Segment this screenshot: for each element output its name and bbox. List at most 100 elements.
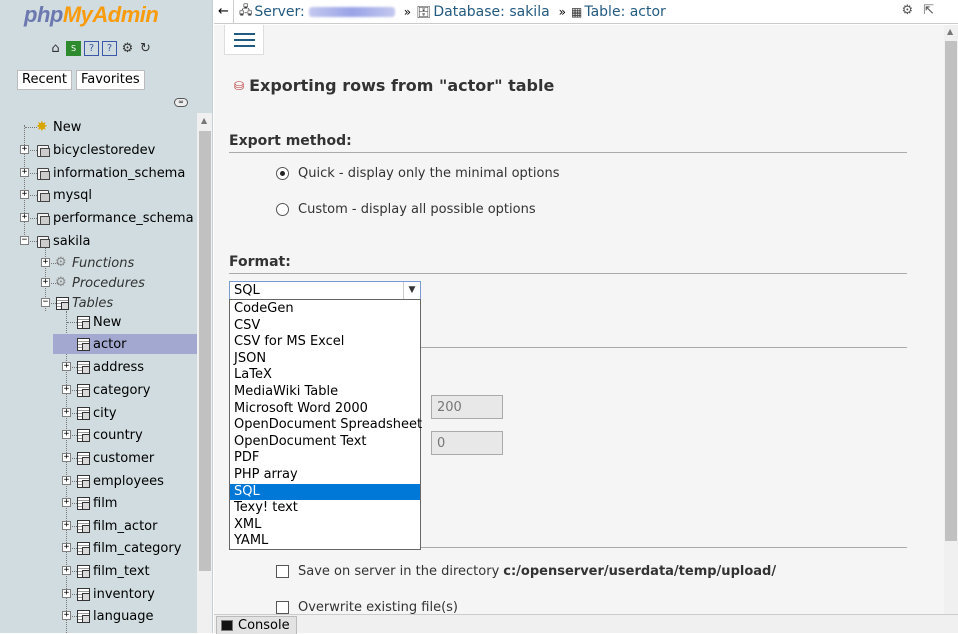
tree-item-label: New bbox=[93, 314, 122, 330]
format-option[interactable]: CSV for MS Excel bbox=[230, 334, 420, 351]
expand-icon[interactable]: + bbox=[62, 589, 71, 598]
phpmyadmin-logo[interactable]: phpMyAdmin bbox=[24, 2, 159, 28]
tree-item-tables[interactable]: Tables bbox=[55, 293, 113, 313]
console-button[interactable]: Console bbox=[216, 616, 297, 634]
expand-icon[interactable]: + bbox=[62, 362, 71, 371]
format-option[interactable]: PDF bbox=[230, 450, 420, 467]
expand-icon[interactable]: + bbox=[20, 168, 29, 177]
main-scrollbar[interactable]: ▲ bbox=[944, 25, 958, 615]
tree-item-inventory[interactable]: inventory bbox=[76, 584, 155, 604]
hamburger-menu-button[interactable] bbox=[224, 25, 264, 55]
save-on-server-option[interactable]: Save on server in the directory c:/opens… bbox=[276, 564, 776, 579]
radio-quick-button[interactable] bbox=[276, 167, 289, 180]
format-option[interactable]: XML bbox=[230, 517, 420, 534]
database-icon bbox=[36, 234, 50, 248]
tree-item-bicyclestoredev[interactable]: bicyclestoredev bbox=[36, 140, 155, 160]
radio-custom[interactable]: Custom - display all possible options bbox=[276, 202, 536, 217]
tree-item-procedures[interactable]: ⚙ Procedures bbox=[55, 273, 145, 293]
rows-count-field[interactable]: 200 bbox=[431, 395, 503, 419]
expand-icon[interactable]: + bbox=[20, 213, 29, 222]
format-option[interactable]: OpenDocument Spreadsheet bbox=[230, 417, 422, 434]
breadcrumb-database[interactable]: 🗄 Database: sakila bbox=[416, 4, 550, 20]
expand-icon[interactable]: + bbox=[62, 430, 71, 439]
format-option[interactable]: JSON bbox=[230, 351, 420, 368]
chevron-down-icon[interactable]: ▼ bbox=[403, 282, 420, 299]
nav-scroll-thumb[interactable] bbox=[199, 131, 211, 571]
format-select[interactable]: SQL ▼ bbox=[229, 281, 421, 300]
scroll-up-icon[interactable]: ▲ bbox=[201, 116, 207, 125]
format-option[interactable]: MediaWiki Table bbox=[230, 384, 420, 401]
format-option[interactable]: PHP array bbox=[230, 467, 420, 484]
format-option[interactable]: YAML bbox=[230, 533, 420, 550]
expand-icon[interactable]: + bbox=[62, 566, 71, 575]
expand-icon[interactable]: + bbox=[20, 190, 29, 199]
expand-icon[interactable]: + bbox=[62, 453, 71, 462]
divider bbox=[421, 347, 907, 348]
nav-scrollbar[interactable]: ▲ bbox=[197, 113, 212, 633]
back-arrow-icon[interactable]: ← bbox=[214, 0, 234, 24]
tree-item-film[interactable]: film bbox=[76, 493, 117, 513]
scroll-up-icon[interactable]: ▲ bbox=[947, 27, 953, 36]
tree-item-functions[interactable]: ⚙ Functions bbox=[55, 253, 134, 273]
tree-item-performance-schema[interactable]: performance_schema bbox=[36, 208, 194, 228]
format-option[interactable]: OpenDocument Text bbox=[230, 434, 420, 451]
format-option[interactable]: SQL bbox=[230, 483, 420, 501]
overwrite-option[interactable]: Overwrite existing file(s) bbox=[276, 600, 458, 615]
tree-item-film-actor[interactable]: film_actor bbox=[76, 516, 157, 536]
tree-item-information-schema[interactable]: information_schema bbox=[36, 163, 185, 183]
recent-button[interactable]: Recent bbox=[17, 70, 72, 90]
collapse-icon[interactable]: − bbox=[20, 236, 29, 245]
page-settings-icon[interactable]: ⚙ bbox=[901, 3, 913, 18]
home-icon[interactable]: ⌂ bbox=[48, 41, 63, 56]
tree-item-film-text[interactable]: film_text bbox=[76, 561, 150, 581]
tree-item-new[interactable]: ✸ New bbox=[36, 117, 81, 137]
expand-icon[interactable]: + bbox=[62, 611, 71, 620]
sql-icon[interactable]: S bbox=[66, 41, 81, 56]
query-icon[interactable]: ? bbox=[102, 41, 117, 56]
docs-icon[interactable]: ? bbox=[84, 41, 99, 56]
expand-icon[interactable]: + bbox=[41, 258, 50, 267]
collapse-icon[interactable]: ⇱ bbox=[923, 3, 934, 18]
reload-icon[interactable]: ↻ bbox=[138, 41, 153, 56]
tree-item-address[interactable]: address bbox=[76, 357, 144, 377]
tree-item-film-category[interactable]: film_category bbox=[76, 538, 181, 558]
main-scroll-thumb[interactable] bbox=[945, 41, 957, 541]
expand-icon[interactable]: + bbox=[62, 521, 71, 530]
breadcrumb-server[interactable]: 🖧 Server: bbox=[239, 1, 395, 22]
navigation-panel: phpMyAdmin ⌂ S ? ? ⚙ ↻ Recent Favorites … bbox=[0, 0, 213, 633]
format-option[interactable]: Texy! text bbox=[230, 500, 420, 517]
save-on-server-checkbox[interactable] bbox=[276, 565, 289, 578]
tree-item-country[interactable]: country bbox=[76, 425, 143, 445]
tree-item-new[interactable]: New bbox=[76, 312, 121, 332]
expand-icon[interactable]: + bbox=[62, 543, 71, 552]
database-tree: ✸ New + bicyclestoredev + information_schema +… bbox=[0, 113, 197, 633]
tree-item-employees[interactable]: employees bbox=[76, 471, 164, 491]
tree-item-actor[interactable]: actor bbox=[53, 334, 197, 354]
radio-custom-button[interactable] bbox=[276, 203, 289, 216]
tree-item-customer[interactable]: customer bbox=[76, 448, 154, 468]
expand-icon[interactable]: + bbox=[62, 408, 71, 417]
format-option[interactable]: CSV bbox=[230, 318, 420, 335]
tree-item-language[interactable]: language bbox=[76, 606, 154, 626]
format-option[interactable]: Microsoft Word 2000 bbox=[230, 401, 420, 418]
link-icon[interactable]: ∞ bbox=[174, 98, 188, 107]
tree-item-category[interactable]: category bbox=[76, 380, 150, 400]
settings-icon[interactable]: ⚙ bbox=[120, 41, 135, 56]
breadcrumb-table[interactable]: ▦ Table: actor bbox=[571, 4, 666, 20]
format-option[interactable]: CodeGen bbox=[230, 301, 420, 318]
overwrite-checkbox[interactable] bbox=[276, 601, 289, 614]
start-row-field[interactable]: 0 bbox=[431, 431, 503, 455]
collapse-icon[interactable]: − bbox=[41, 298, 50, 307]
tree-item-city[interactable]: city bbox=[76, 403, 117, 423]
favorites-button[interactable]: Favorites bbox=[75, 70, 145, 90]
format-option[interactable]: LaTeX bbox=[230, 367, 420, 384]
expand-icon[interactable]: + bbox=[41, 278, 50, 287]
expand-icon[interactable]: + bbox=[62, 385, 71, 394]
tree-item-mysql[interactable]: mysql bbox=[36, 185, 92, 205]
expand-icon[interactable]: + bbox=[62, 476, 71, 485]
radio-quick[interactable]: Quick - display only the minimal options bbox=[276, 166, 560, 181]
table-icon bbox=[76, 406, 90, 420]
tree-item-sakila[interactable]: sakila bbox=[36, 231, 90, 251]
expand-icon[interactable]: + bbox=[20, 145, 29, 154]
expand-icon[interactable]: + bbox=[62, 498, 71, 507]
